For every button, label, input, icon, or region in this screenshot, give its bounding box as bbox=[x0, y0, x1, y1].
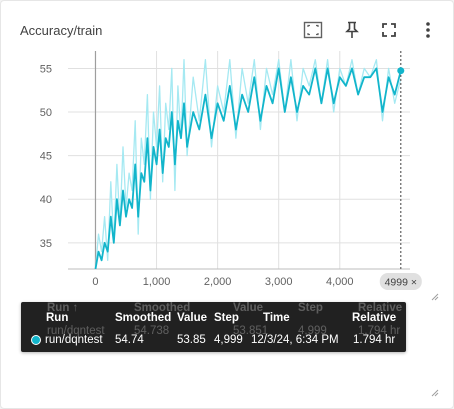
more-options-button[interactable] bbox=[417, 19, 439, 41]
tooltip-header-smoothed: Smoothed bbox=[115, 312, 172, 324]
x-tick-label: 3,000 bbox=[265, 276, 293, 288]
y-tick-label: 50 bbox=[40, 107, 52, 119]
line-chart[interactable]: 35 40 45 50 55 0 1,000 2,000 3,000 4,000 4999 × bbox=[1, 51, 453, 301]
chart-resize-handle[interactable] bbox=[429, 291, 439, 301]
y-tick-label: 55 bbox=[40, 63, 52, 75]
tooltip-step: 4,999 bbox=[214, 334, 243, 346]
x-tick-label: 1,000 bbox=[143, 276, 171, 288]
fit-domain-icon bbox=[303, 21, 323, 39]
run-color-dot bbox=[31, 335, 41, 345]
y-tick-label: 45 bbox=[40, 151, 52, 163]
y-tick-label: 35 bbox=[40, 238, 52, 250]
tooltip-run: run/dqntest bbox=[45, 334, 103, 346]
x-tick-label: 0 bbox=[92, 276, 98, 288]
series-line-raw bbox=[94, 59, 402, 269]
tooltip-header-value: Value bbox=[177, 312, 208, 324]
fullscreen-icon bbox=[382, 23, 396, 37]
data-tooltip: Run ↑ Smoothed Value Step Relative run/d… bbox=[21, 302, 406, 352]
card-title: Accuracy/train bbox=[20, 23, 103, 38]
fullscreen-button[interactable] bbox=[378, 19, 400, 41]
ghost-header-step: Step bbox=[298, 302, 323, 314]
cursor-step-label: 4999 × bbox=[385, 277, 417, 289]
x-tick-label: 2,000 bbox=[204, 276, 232, 288]
tooltip-value: 53.85 bbox=[177, 334, 206, 346]
pin-icon bbox=[345, 21, 359, 38]
tooltip-smoothed: 54.74 bbox=[115, 334, 144, 346]
pin-button[interactable] bbox=[341, 19, 363, 41]
tooltip-time: 12/3/24, 6:34 PM bbox=[251, 334, 339, 346]
series-line-smoothed bbox=[94, 67, 402, 269]
tooltip-header-run: Run bbox=[46, 312, 69, 324]
x-tick-label: 4,000 bbox=[326, 276, 354, 288]
tooltip-header-relative: Relative bbox=[352, 312, 397, 324]
more-vert-icon bbox=[426, 22, 430, 38]
tooltip-relative: 1.794 hr bbox=[353, 334, 396, 346]
card-resize-handle[interactable] bbox=[429, 387, 439, 397]
hover-point bbox=[397, 67, 405, 75]
tooltip-header-step: Step bbox=[214, 312, 239, 324]
fit-domain-button[interactable] bbox=[302, 19, 324, 41]
y-tick-label: 40 bbox=[40, 194, 52, 206]
tooltip-header-time: Time bbox=[263, 312, 290, 324]
